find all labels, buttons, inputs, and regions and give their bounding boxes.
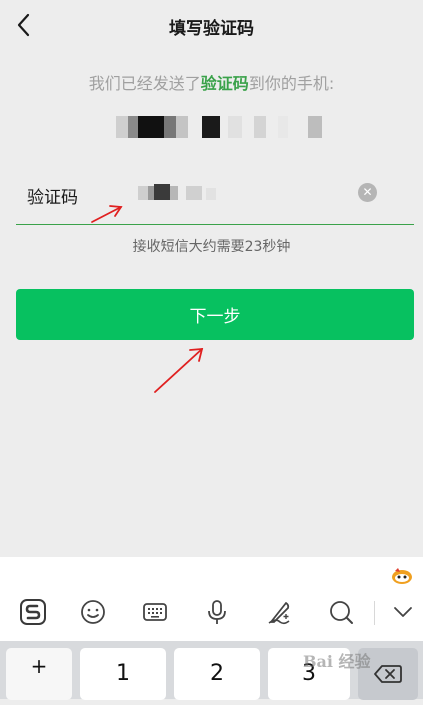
next-button[interactable]: 下一步 [16,289,414,340]
annotation-arrow-button [154,347,204,393]
mosaic-block [228,116,242,138]
mosaic-block [116,116,128,138]
mosaic-block [202,116,220,138]
mosaic-block [164,116,176,138]
mosaic-block [176,116,188,138]
mosaic-block [138,186,148,200]
keyboard-icon[interactable] [140,597,170,627]
watermark: Bai 经验 [303,652,371,671]
mosaic-block [138,116,164,138]
emoji-icon[interactable] [78,597,108,627]
mosaic-block [278,116,288,138]
mosaic-block [186,186,202,200]
sms-countdown: 接收短信大约需要23秒钟 [132,239,291,255]
mosaic-block [128,116,138,138]
sogou-logo-icon[interactable] [18,597,48,627]
skin-mascot-icon[interactable] [390,565,414,585]
mosaic-block [254,116,266,138]
hint-highlight: 验证码 [200,74,249,93]
mosaic-block [308,116,322,138]
toolbar-divider [374,601,375,625]
clear-button[interactable]: ✕ [358,183,377,202]
search-icon[interactable] [326,597,356,627]
mosaic-block [170,186,178,200]
hint-suffix: 到你的手机: [248,74,335,93]
annotation-arrow-input [91,205,123,223]
microphone-icon[interactable] [202,597,232,627]
key-symbol[interactable]: + [6,648,72,700]
code-label: 验证码 [27,188,78,208]
mosaic-block [206,188,216,200]
input-underline [16,224,414,225]
key-1[interactable]: 1 [80,648,166,700]
mosaic-block [154,184,170,200]
phone-number-redacted [116,116,326,138]
sent-hint: 我们已经发送了验证码到你的手机: [0,70,423,94]
soft-keyboard: + 1 2 3 [0,557,423,700]
handwriting-icon[interactable] [264,597,294,627]
key-2[interactable]: 2 [174,648,260,700]
hint-prefix: 我们已经发送了 [88,74,201,93]
page-title: 填写验证码 [169,19,254,39]
navigation-bar: 填写验证码 [0,0,423,52]
backspace-icon [374,665,402,683]
close-circle-icon: ✕ [362,185,373,199]
chevron-down-icon[interactable] [388,597,418,627]
keyboard-toolbar [0,557,423,641]
